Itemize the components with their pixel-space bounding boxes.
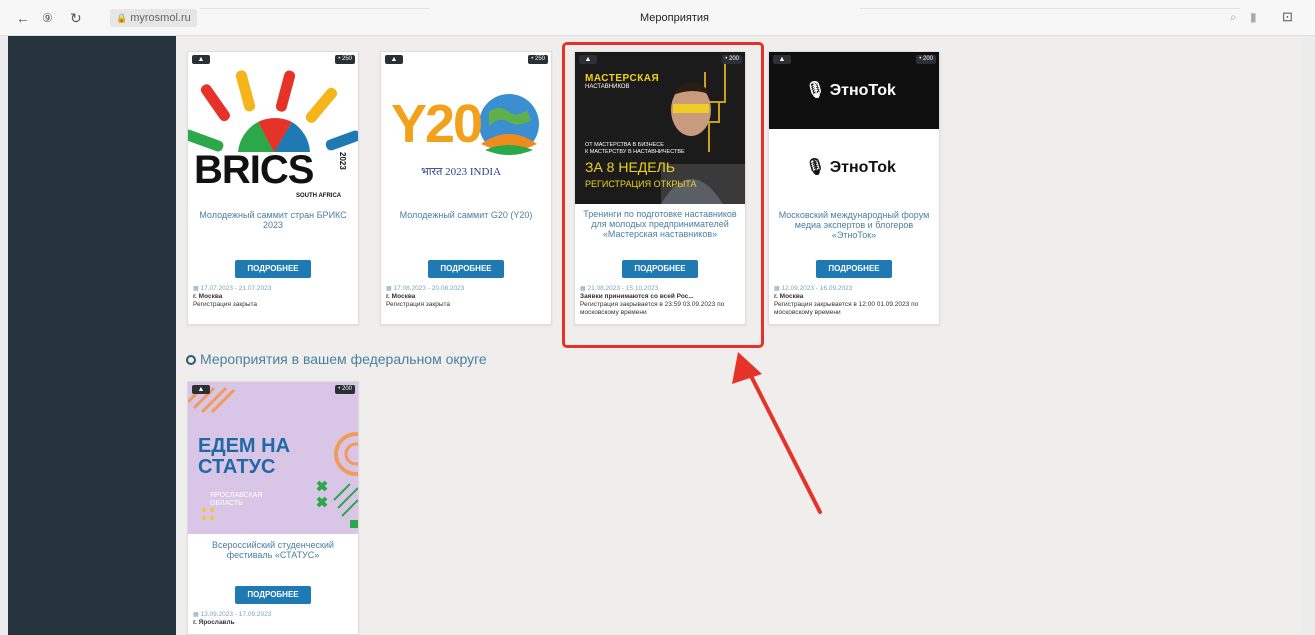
event-card[interactable]: 🎙 ЭтноТоk 🎙 ЭтноТоk ▲ • 200 Московский м… bbox=[768, 51, 940, 325]
calendar-icon: ▦ bbox=[193, 612, 199, 618]
event-date: 17.07.2023 - 21.07.2023 bbox=[200, 285, 272, 292]
status-region2: ОБЛАСТЬ bbox=[210, 500, 243, 507]
event-date: 12.09.2023 - 16.09.2023 bbox=[781, 285, 853, 292]
status-region1: ЯРОСЛАВСКАЯ bbox=[210, 492, 263, 499]
event-status: Регистрация закрыта bbox=[193, 301, 258, 308]
etnotok-logo-dark: 🎙 ЭтноТоk bbox=[805, 82, 896, 99]
event-meta: ▦ 12.09.2023 - 16.09.2023 г. Москва Реги… bbox=[769, 278, 939, 324]
microphone-icon: 🎙 bbox=[805, 82, 826, 99]
red-arrow-icon bbox=[732, 352, 822, 514]
event-meta: ▦ 13.09.2023 - 17.09.2023 г. Ярославль bbox=[188, 604, 358, 634]
mark-icon: ▲ bbox=[192, 385, 210, 394]
event-image-brics[interactable]: BRICS 2023 SOUTH AFRICA ▲ • 250 bbox=[188, 52, 358, 204]
browser-logo-icon[interactable]: ⑨ bbox=[42, 10, 53, 26]
brics-sub: SOUTH AFRICA bbox=[296, 193, 342, 199]
event-status: Регистрация закрыта bbox=[386, 301, 451, 308]
calendar-icon: ▦ bbox=[193, 286, 199, 292]
back-arrow-icon[interactable]: ← bbox=[16, 10, 30, 26]
details-button[interactable]: ПОДРОБНЕЕ bbox=[816, 260, 892, 278]
event-meta: ▦ 17.07.2023 - 21.07.2023 г. Москва Реги… bbox=[188, 278, 358, 324]
points-badge: • 250 bbox=[335, 55, 355, 64]
event-image-y20[interactable]: Y20 भारत 2023 INDIA ▲ • 250 bbox=[381, 52, 551, 204]
event-card[interactable]: ЕДЕМ НА СТАТУС ЯРОСЛАВСКАЯ ОБЛАСТЬ ▲ • 2… bbox=[187, 381, 359, 635]
event-city: г. Москва bbox=[193, 293, 223, 300]
address-bar[interactable]: 🔒 myrosmol.ru bbox=[110, 9, 197, 27]
points-badge: • 200 bbox=[916, 55, 936, 64]
status-line1: ЕДЕМ НА bbox=[198, 435, 291, 457]
downloads-icon[interactable]: ⊡ bbox=[1282, 10, 1293, 24]
mark-icon: ▲ bbox=[192, 55, 210, 64]
event-date: 17.08.2023 - 20.08.2023 bbox=[393, 285, 465, 292]
event-card[interactable]: BRICS 2023 SOUTH AFRICA ▲ • 250 Молодежн… bbox=[187, 51, 359, 325]
microphone-icon: 🎙 bbox=[805, 159, 826, 176]
reload-icon[interactable]: ↻ bbox=[70, 10, 82, 26]
event-image-etnotok[interactable]: 🎙 ЭтноТоk 🎙 ЭтноТоk ▲ • 200 bbox=[769, 52, 939, 204]
event-title[interactable]: Всероссийский студенческий фестиваль «СТ… bbox=[188, 534, 358, 586]
details-button[interactable]: ПОДРОБНЕЕ bbox=[235, 260, 311, 278]
event-image-status[interactable]: ЕДЕМ НА СТАТУС ЯРОСЛАВСКАЯ ОБЛАСТЬ ▲ • 2… bbox=[188, 382, 358, 534]
event-status: Регистрация закрывается в 12:00 01.09.20… bbox=[774, 301, 919, 316]
browser-toolbar: ← ⑨ ↻ 🔒 myrosmol.ru Мероприятия ⌕ ▮ ⊡ bbox=[0, 0, 1315, 36]
highlight-box bbox=[562, 42, 764, 348]
event-title[interactable]: Молодежный саммит стран БРИКС 2023 bbox=[188, 204, 358, 260]
sidebar bbox=[8, 36, 176, 635]
page-title: Мероприятия bbox=[640, 12, 709, 24]
status-line2: СТАТУС bbox=[198, 456, 276, 478]
bookmark-icon[interactable]: ▮ bbox=[1250, 10, 1257, 24]
mark-icon: ▲ bbox=[773, 55, 791, 64]
brics-year: 2023 bbox=[338, 152, 347, 170]
search-icon[interactable]: ⌕ bbox=[1230, 10, 1237, 24]
brics-wordmark: BRICS bbox=[194, 148, 314, 192]
y20-sub: भारत 2023 INDIA bbox=[421, 166, 502, 178]
points-badge: • 200 bbox=[335, 385, 355, 394]
event-meta: ▦ 17.08.2023 - 20.08.2023 г. Москва Реги… bbox=[381, 278, 551, 324]
event-city: г. Ярославль bbox=[193, 619, 235, 626]
event-date: 13.09.2023 - 17.09.2023 bbox=[200, 611, 272, 618]
event-title[interactable]: Московский международный форум медиа экс… bbox=[769, 204, 939, 260]
event-card[interactable]: Y20 भारत 2023 INDIA ▲ • 250 Молодежный с… bbox=[380, 51, 552, 325]
points-badge: • 250 bbox=[528, 55, 548, 64]
event-city: г. Москва bbox=[774, 293, 804, 300]
event-title[interactable]: Молодежный саммит G20 (Y20) bbox=[381, 204, 551, 260]
lock-icon: 🔒 bbox=[116, 13, 128, 23]
etnotok-logo-light: 🎙 ЭтноТоk bbox=[805, 159, 896, 176]
event-city: г. Москва bbox=[386, 293, 416, 300]
compass-icon bbox=[186, 355, 196, 365]
details-button[interactable]: ПОДРОБНЕЕ bbox=[428, 260, 504, 278]
mark-icon: ▲ bbox=[385, 55, 403, 64]
calendar-icon: ▦ bbox=[774, 286, 780, 292]
section-heading: Мероприятия в вашем федеральном округе bbox=[186, 351, 487, 367]
calendar-icon: ▦ bbox=[386, 286, 392, 292]
details-button[interactable]: ПОДРОБНЕЕ bbox=[235, 586, 311, 604]
url-text: myrosmol.ru bbox=[130, 12, 191, 24]
y20-wordmark: Y20 bbox=[391, 94, 483, 154]
